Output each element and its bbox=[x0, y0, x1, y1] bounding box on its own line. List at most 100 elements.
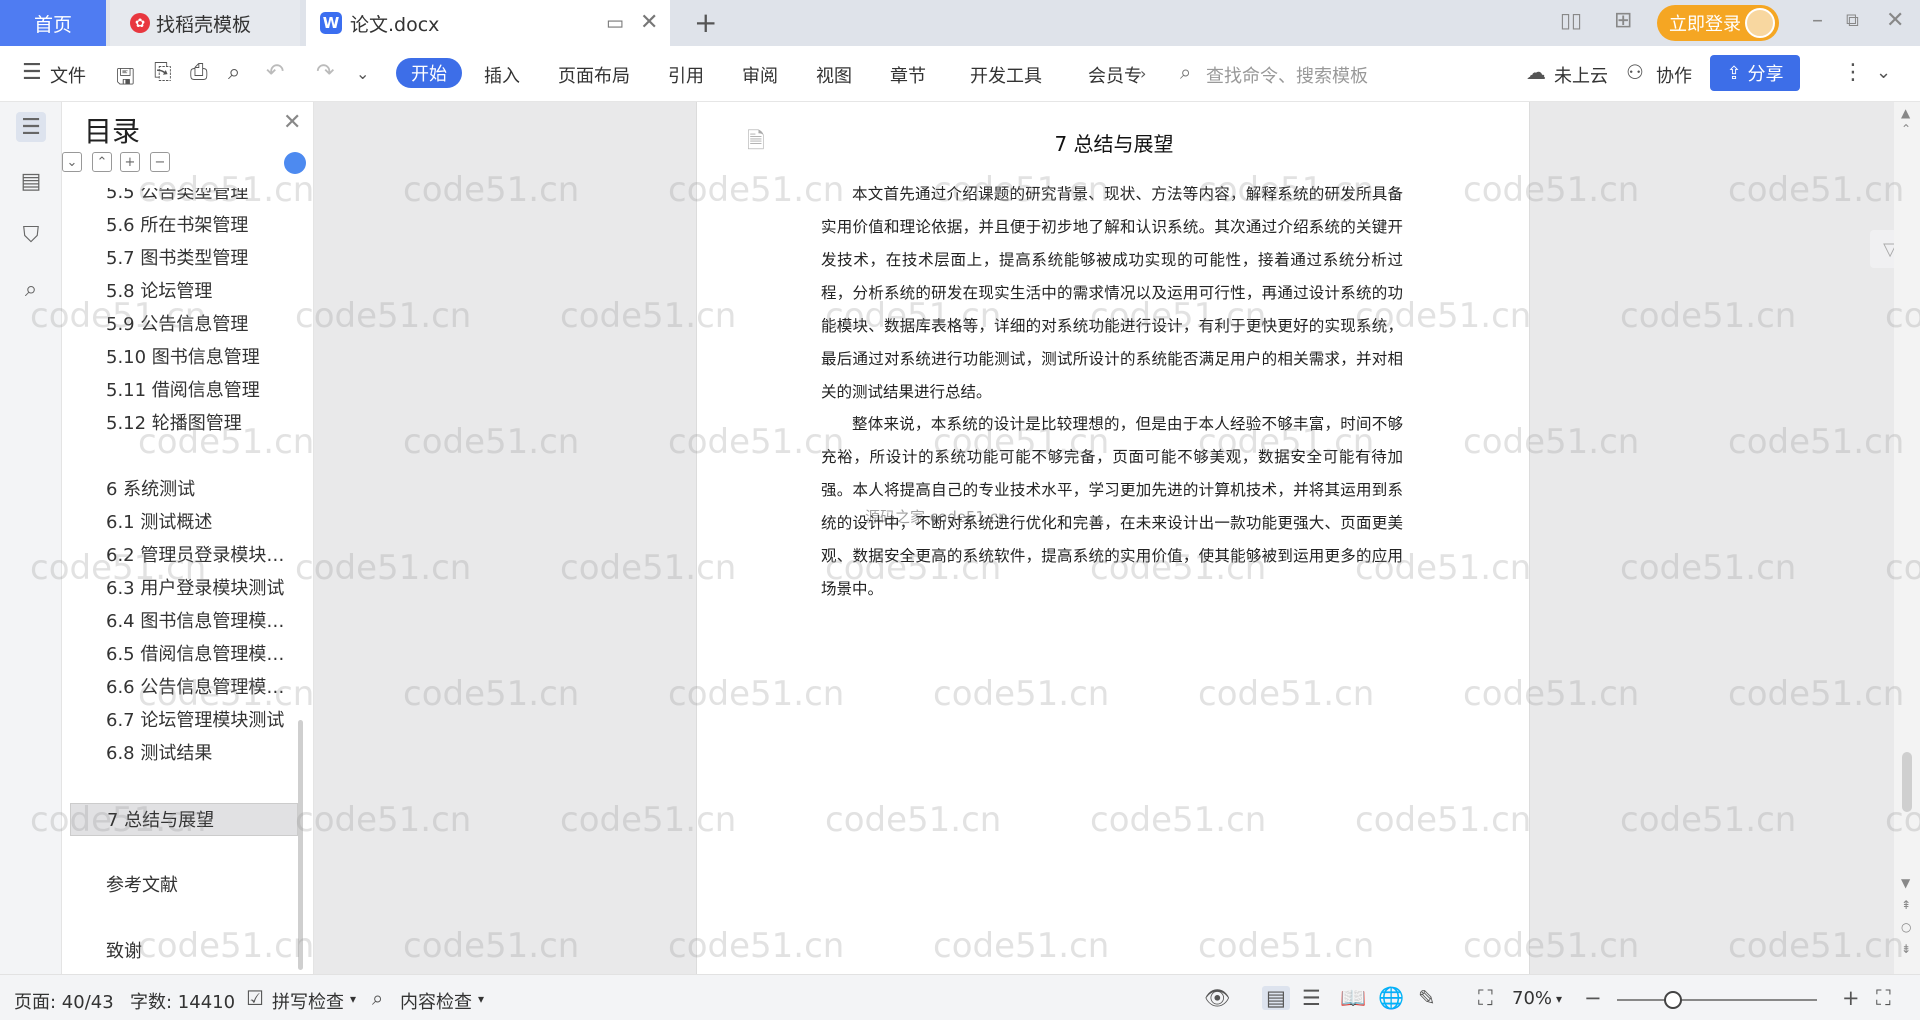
find-icon[interactable]: ⌕ bbox=[16, 274, 46, 304]
toc-item[interactable]: 5.10 图书信息管理 bbox=[70, 341, 298, 374]
bookmark-icon[interactable]: ⛉ bbox=[16, 220, 46, 250]
command-search-input[interactable]: 查找命令、搜索模板 bbox=[1206, 62, 1368, 88]
write-mode-icon[interactable]: ✎ bbox=[1418, 986, 1436, 1010]
quick-access-dropdown-icon[interactable]: ⌄ bbox=[356, 64, 369, 83]
vertical-scrollbar[interactable]: ▲ ⌃ ▼ ⇞ ○ ⇟ bbox=[1894, 102, 1920, 974]
fullscreen-icon[interactable]: ⛶ bbox=[1876, 986, 1891, 1011]
file-menu[interactable]: 文件 bbox=[50, 62, 86, 88]
toc-panel-icon[interactable]: ☰ bbox=[16, 112, 46, 142]
toc-item[interactable]: 5.5 公告类型管理 bbox=[70, 188, 298, 209]
tab-layout[interactable]: 页面布局 bbox=[558, 62, 630, 88]
cloud-status[interactable]: 未上云 bbox=[1554, 62, 1608, 88]
zoom-slider-handle[interactable] bbox=[1664, 991, 1682, 1009]
reading-mode-icon[interactable]: ▯▯ bbox=[1560, 8, 1582, 32]
scroll-down-icon[interactable]: ▼ bbox=[1901, 876, 1910, 890]
toc-item[interactable]: 5.12 轮播图管理 bbox=[70, 407, 298, 440]
zoom-out-icon[interactable]: − bbox=[1584, 986, 1602, 1010]
redo-icon[interactable]: ↷ bbox=[316, 60, 334, 85]
tab-devtools[interactable]: 开发工具 bbox=[970, 62, 1042, 88]
tab-template[interactable]: ✿ 找稻壳模板 bbox=[110, 0, 300, 46]
undo-icon[interactable]: ↶ bbox=[266, 60, 284, 85]
zoom-slider[interactable] bbox=[1617, 991, 1817, 1009]
more-icon[interactable]: ⋮ bbox=[1842, 60, 1864, 85]
word-count[interactable]: 字数: 14410 bbox=[130, 988, 235, 1014]
chapter-nav-icon[interactable]: ▤ bbox=[16, 166, 46, 196]
toc-scrollbar[interactable] bbox=[298, 720, 303, 970]
content-check-dropdown-icon[interactable]: ▾ bbox=[478, 992, 484, 1006]
toc-item[interactable]: 6.1 测试概述 bbox=[70, 506, 298, 539]
tab-home[interactable]: 首页 bbox=[0, 0, 106, 46]
scroll-up-icon[interactable]: ▲ bbox=[1901, 106, 1910, 120]
monitor-icon[interactable]: ▭ bbox=[606, 12, 624, 34]
prev-page-icon[interactable]: ⇞ bbox=[1901, 898, 1911, 912]
close-icon[interactable]: ✕ bbox=[283, 110, 301, 135]
toc-item[interactable]: 6.2 管理员登录模块测试 bbox=[70, 539, 298, 572]
export-icon[interactable]: ⎘ bbox=[154, 60, 172, 85]
document-page[interactable]: 🗎 7 总结与展望 本文首先通过介绍课题的研究背景、现状、方法等内容，解释系统的… bbox=[696, 102, 1530, 974]
toc-item[interactable]: 5.11 借阅信息管理 bbox=[70, 374, 298, 407]
tab-home-label: 首页 bbox=[33, 13, 72, 36]
fit-page-icon[interactable]: ⛶ bbox=[1478, 986, 1493, 1011]
spellcheck-dropdown-icon[interactable]: ▾ bbox=[350, 992, 356, 1006]
close-window-icon[interactable]: ✕ bbox=[1886, 8, 1904, 33]
chevron-right-icon[interactable]: › bbox=[1140, 64, 1146, 83]
tab-document[interactable]: W 论文.docx ▭ ✕ bbox=[306, 0, 670, 46]
collapse-ribbon-icon[interactable]: ⌄ bbox=[1876, 62, 1891, 83]
reading-view-icon[interactable]: 📖 bbox=[1340, 986, 1366, 1011]
web-view-icon[interactable]: 🌐 bbox=[1378, 986, 1404, 1011]
toc-item[interactable]: 6.8 测试结果 bbox=[70, 737, 298, 770]
zoom-in-icon[interactable]: + bbox=[1842, 986, 1860, 1010]
scroll-top-icon[interactable]: ⌃ bbox=[1901, 122, 1911, 136]
page-indicator[interactable]: 页面: 40/43 bbox=[14, 988, 114, 1014]
toc-item[interactable]: 致谢 bbox=[70, 935, 298, 968]
tab-view[interactable]: 视图 bbox=[816, 62, 852, 88]
toc-item[interactable]: 6.7 论坛管理模块测试 bbox=[70, 704, 298, 737]
restore-icon[interactable]: ⧉ bbox=[1846, 10, 1859, 31]
toc-item[interactable]: 5.7 图书类型管理 bbox=[70, 242, 298, 275]
tab-reference[interactable]: 引用 bbox=[668, 62, 704, 88]
content-check-button[interactable]: 内容检查 bbox=[400, 988, 472, 1014]
toc-item bbox=[70, 770, 298, 803]
outline-view-icon[interactable]: ☰ bbox=[1302, 986, 1321, 1010]
spellcheck-button[interactable]: 拼写检查 bbox=[272, 988, 344, 1014]
collapse-all-icon[interactable]: ⌃ bbox=[92, 152, 112, 172]
print-preview-icon[interactable]: ⌕ bbox=[228, 60, 240, 85]
apps-grid-icon[interactable]: ⊞ bbox=[1614, 8, 1632, 33]
new-tab-button[interactable]: + bbox=[694, 6, 717, 39]
next-page-icon[interactable]: ⇟ bbox=[1901, 942, 1911, 956]
toc-item[interactable]: 参考文献 bbox=[70, 869, 298, 902]
toc-item[interactable]: 5.6 所在书架管理 bbox=[70, 209, 298, 242]
expand-all-icon[interactable]: ⌄ bbox=[62, 152, 82, 172]
eye-protection-icon[interactable]: 👁 bbox=[1204, 986, 1231, 1011]
close-tab-icon[interactable]: ✕ bbox=[640, 10, 658, 35]
toc-item[interactable]: 6.4 图书信息管理模块测试 bbox=[70, 605, 298, 638]
toc-item[interactable]: 6.5 借阅信息管理模块测试 bbox=[70, 638, 298, 671]
side-note-button[interactable]: ▽ bbox=[1870, 230, 1894, 268]
toc-item[interactable]: 7 总结与展望 bbox=[70, 803, 298, 836]
menu-icon[interactable]: ☰ bbox=[22, 60, 42, 85]
toc-item[interactable]: 6 系统测试 bbox=[70, 473, 298, 506]
tab-chapter[interactable]: 章节 bbox=[890, 62, 926, 88]
tab-member[interactable]: 会员专 bbox=[1088, 62, 1142, 88]
page-view-icon[interactable]: ▤ bbox=[1262, 986, 1290, 1010]
select-browse-icon[interactable]: ○ bbox=[1901, 920, 1911, 934]
toc-item[interactable]: 5.8 论坛管理 bbox=[70, 275, 298, 308]
print-icon[interactable]: ⎙ bbox=[190, 60, 208, 85]
save-icon[interactable]: 🖫 bbox=[116, 60, 135, 98]
add-heading-icon[interactable]: + bbox=[120, 152, 140, 172]
toc-item[interactable]: 6.3 用户登录模块测试 bbox=[70, 572, 298, 605]
collab-button[interactable]: 协作 bbox=[1656, 62, 1692, 88]
toc-item[interactable]: 6.6 公告信息管理模块测试 bbox=[70, 671, 298, 704]
login-button[interactable]: 立即登录 bbox=[1657, 5, 1779, 41]
zoom-level[interactable]: 70% bbox=[1512, 988, 1552, 1009]
tab-insert[interactable]: 插入 bbox=[484, 62, 520, 88]
minimize-icon[interactable]: – bbox=[1812, 8, 1823, 33]
tab-review[interactable]: 审阅 bbox=[742, 62, 778, 88]
tab-start[interactable]: 开始 bbox=[396, 58, 462, 88]
scroll-thumb[interactable] bbox=[1902, 752, 1912, 812]
remove-heading-icon[interactable]: − bbox=[150, 152, 170, 172]
zoom-dropdown-icon[interactable]: ▾ bbox=[1556, 992, 1562, 1006]
toc-item[interactable]: 5.9 公告信息管理 bbox=[70, 308, 298, 341]
share-button[interactable]: ⇪ 分享 bbox=[1710, 55, 1800, 91]
ai-assistant-icon[interactable] bbox=[284, 152, 306, 174]
